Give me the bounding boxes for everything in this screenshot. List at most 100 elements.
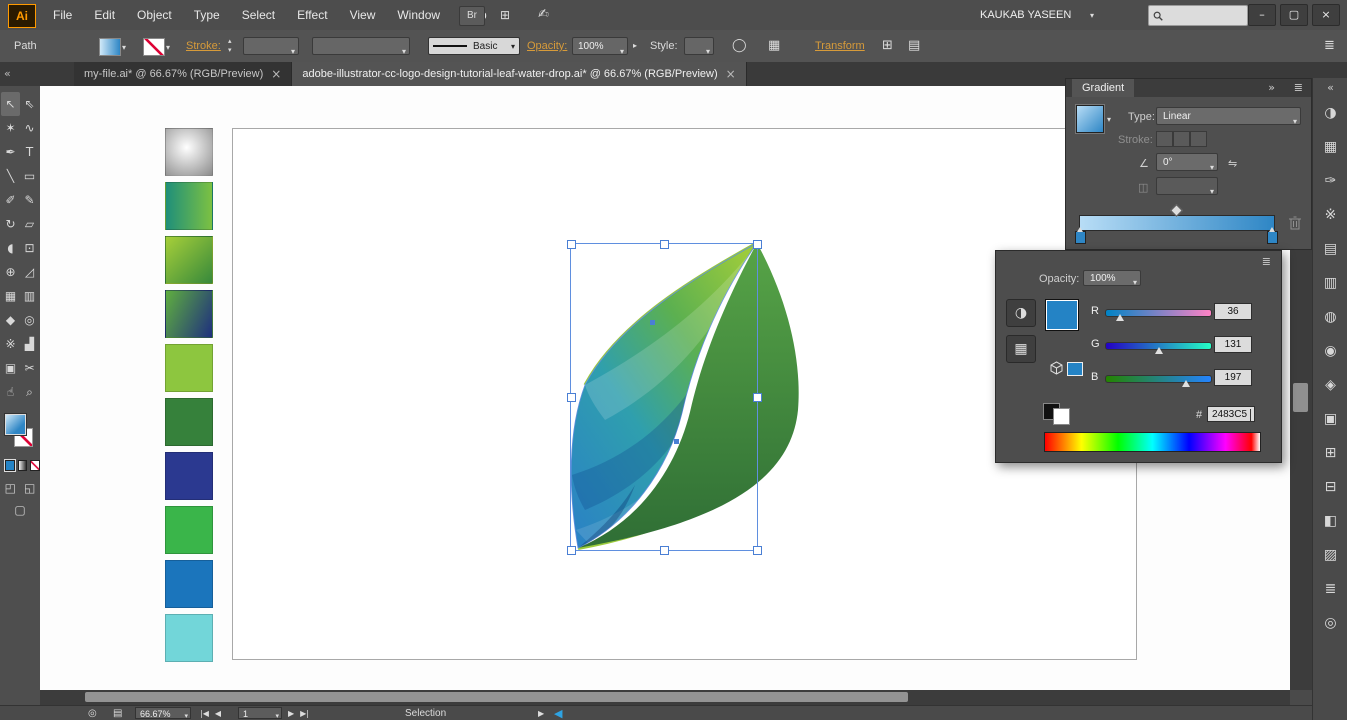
- draw-normal-mode-icon[interactable]: ◰: [5, 481, 16, 495]
- web-safe-color-swatch[interactable]: [1067, 362, 1083, 376]
- swatches-panel-icon[interactable]: ▦: [1320, 138, 1342, 156]
- slider-thumb[interactable]: [1116, 314, 1124, 321]
- stroke-gradient-across-icon[interactable]: [1190, 131, 1207, 147]
- tab-close-icon[interactable]: ×: [271, 62, 281, 86]
- shape-builder-tool[interactable]: ⊕: [1, 260, 20, 284]
- app-search-box[interactable]: [1148, 5, 1248, 26]
- column-graph-tool[interactable]: ▟: [20, 332, 39, 356]
- document-tab[interactable]: adobe-illustrator-cc-logo-design-tutoria…: [292, 62, 746, 86]
- menu-type[interactable]: Type: [183, 0, 231, 30]
- previous-artboard-button[interactable]: ◀: [215, 709, 221, 718]
- anchor-point[interactable]: [674, 439, 679, 444]
- zoom-tool[interactable]: ⌕: [20, 380, 39, 404]
- perspective-grid-tool[interactable]: ◿: [20, 260, 39, 284]
- blend-tool[interactable]: ◎: [20, 308, 39, 332]
- stroke-panel-icon[interactable]: ≣: [1320, 580, 1342, 598]
- stroke-color-swatch[interactable]: [143, 38, 165, 56]
- web-safe-cube-icon[interactable]: [1049, 361, 1064, 375]
- color-button[interactable]: [5, 460, 15, 471]
- arrange-documents-icon[interactable]: ⊞: [500, 8, 510, 22]
- swatch-lime[interactable]: [165, 344, 213, 392]
- gradient-angle-combo[interactable]: 0°▾: [1156, 153, 1218, 171]
- blue-back-arrow-icon[interactable]: ◀: [554, 706, 562, 720]
- channel-value-field[interactable]: 36: [1214, 303, 1252, 320]
- width-tool[interactable]: ◖: [1, 236, 20, 260]
- stroke-weight-stepper[interactable]: ▴▾: [228, 38, 240, 54]
- status-flyout-icon[interactable]: ▶: [538, 706, 544, 720]
- opacity-flyout-icon[interactable]: ▸: [633, 30, 637, 62]
- gpu-status-icon[interactable]: ◎: [88, 706, 97, 720]
- brush-definition-combo[interactable]: ▾: [312, 37, 410, 55]
- rectangle-tool[interactable]: ▭: [20, 164, 39, 188]
- zoom-level-combo[interactable]: 66.67%▾: [135, 707, 191, 719]
- swatch-forest-green[interactable]: [165, 398, 213, 446]
- swatch-green[interactable]: [165, 506, 213, 554]
- anchor-point[interactable]: [650, 320, 655, 325]
- eyedropper-tool[interactable]: ◆: [1, 308, 20, 332]
- preferences-grid-icon[interactable]: ▦: [768, 30, 780, 62]
- color-panel-menu-icon[interactable]: ≣: [1262, 255, 1271, 268]
- brushes-panel-icon[interactable]: ✑: [1320, 172, 1342, 190]
- expand-panels-icon[interactable]: «: [1313, 78, 1347, 94]
- gradient-type-combo[interactable]: Linear▾: [1156, 107, 1301, 125]
- direct-selection-tool[interactable]: ⇖: [20, 92, 39, 116]
- menu-select[interactable]: Select: [231, 0, 286, 30]
- appearance-panel-icon[interactable]: ◉: [1320, 342, 1342, 360]
- gradient-slider[interactable]: [1079, 215, 1275, 231]
- menu-object[interactable]: Object: [126, 0, 183, 30]
- menu-edit[interactable]: Edit: [83, 0, 126, 30]
- fill-color-swatch[interactable]: [99, 38, 121, 56]
- last-artboard-button[interactable]: ▶|: [300, 709, 309, 718]
- close-button[interactable]: ×: [1312, 4, 1340, 26]
- artboards-panel-icon[interactable]: ▣: [1320, 410, 1342, 428]
- symbol-sprayer-tool[interactable]: ※: [1, 332, 20, 356]
- workspace-switcher-icon[interactable]: ✍: [538, 7, 549, 22]
- scale-tool[interactable]: ▱: [20, 212, 39, 236]
- gradient-panel-tab[interactable]: Gradient: [1072, 79, 1134, 97]
- fill-proxy-swatch[interactable]: [5, 414, 26, 435]
- stroke-gradient-within-icon[interactable]: [1156, 131, 1173, 147]
- symbols-panel-icon[interactable]: ※: [1320, 206, 1342, 224]
- slider-thumb[interactable]: [1182, 380, 1190, 387]
- channel-value-field[interactable]: 197: [1214, 369, 1252, 386]
- slice-tool[interactable]: ✂: [20, 356, 39, 380]
- gradient-preview-swatch[interactable]: [1076, 105, 1104, 133]
- none-button[interactable]: [30, 460, 40, 471]
- stroke-weight-combo[interactable]: ▾: [243, 37, 299, 55]
- stroke-caret-icon[interactable]: ▾: [166, 43, 170, 52]
- gradient-panel-menu-icon[interactable]: ≣: [1294, 79, 1303, 97]
- rotate-tool[interactable]: ↻: [1, 212, 20, 236]
- screen-mode-icon[interactable]: ▢: [14, 503, 25, 517]
- stroke-gradient-along-icon[interactable]: [1173, 131, 1190, 147]
- menu-window[interactable]: Window: [386, 0, 451, 30]
- pathfinder-panel-icon[interactable]: ◧: [1320, 512, 1342, 530]
- reverse-gradient-icon[interactable]: ⇋: [1228, 157, 1237, 170]
- isolate-selected-object-icon[interactable]: ▤: [908, 30, 920, 62]
- document-tab[interactable]: my-file.ai* @ 66.67% (RGB/Preview)×: [74, 62, 292, 86]
- signed-in-user[interactable]: KAUKAB YASEEN: [980, 0, 1071, 30]
- gradient-stop-right[interactable]: [1267, 231, 1278, 244]
- color-spectrum-bar[interactable]: [1044, 432, 1261, 452]
- graphic-style-combo[interactable]: ▾: [684, 37, 714, 55]
- bridge-button[interactable]: Br: [459, 6, 485, 26]
- swatch-lime-green[interactable]: [165, 236, 213, 284]
- color-panel-icon[interactable]: ◑: [1320, 104, 1342, 122]
- document-setup-icon[interactable]: ◯: [732, 30, 747, 62]
- align-objects-icon[interactable]: ⊞: [882, 30, 893, 62]
- graphic-styles-panel-icon[interactable]: ◈: [1320, 376, 1342, 394]
- search-input[interactable]: [1167, 9, 1247, 22]
- user-menu-caret-icon[interactable]: ▾: [1090, 11, 1094, 20]
- line-segment-tool[interactable]: ╲: [1, 164, 20, 188]
- gradient-button[interactable]: [18, 460, 28, 471]
- collapse-to-icons-icon[interactable]: »: [1268, 79, 1275, 97]
- next-artboard-button[interactable]: ▶: [288, 709, 294, 718]
- artboard-number-combo[interactable]: 1▾: [238, 707, 282, 719]
- layers-panel-icon[interactable]: ▤: [1320, 240, 1342, 258]
- menu-effect[interactable]: Effect: [286, 0, 338, 30]
- fill-stroke-indicator[interactable]: [0, 410, 40, 458]
- horizontal-scroll-thumb[interactable]: [85, 692, 908, 702]
- swatch-cyan[interactable]: [165, 614, 213, 662]
- control-panel-menu-icon[interactable]: ≣: [1324, 30, 1335, 62]
- transform-panel-link[interactable]: Transform: [815, 30, 865, 62]
- selection-tool[interactable]: ↖: [1, 92, 20, 116]
